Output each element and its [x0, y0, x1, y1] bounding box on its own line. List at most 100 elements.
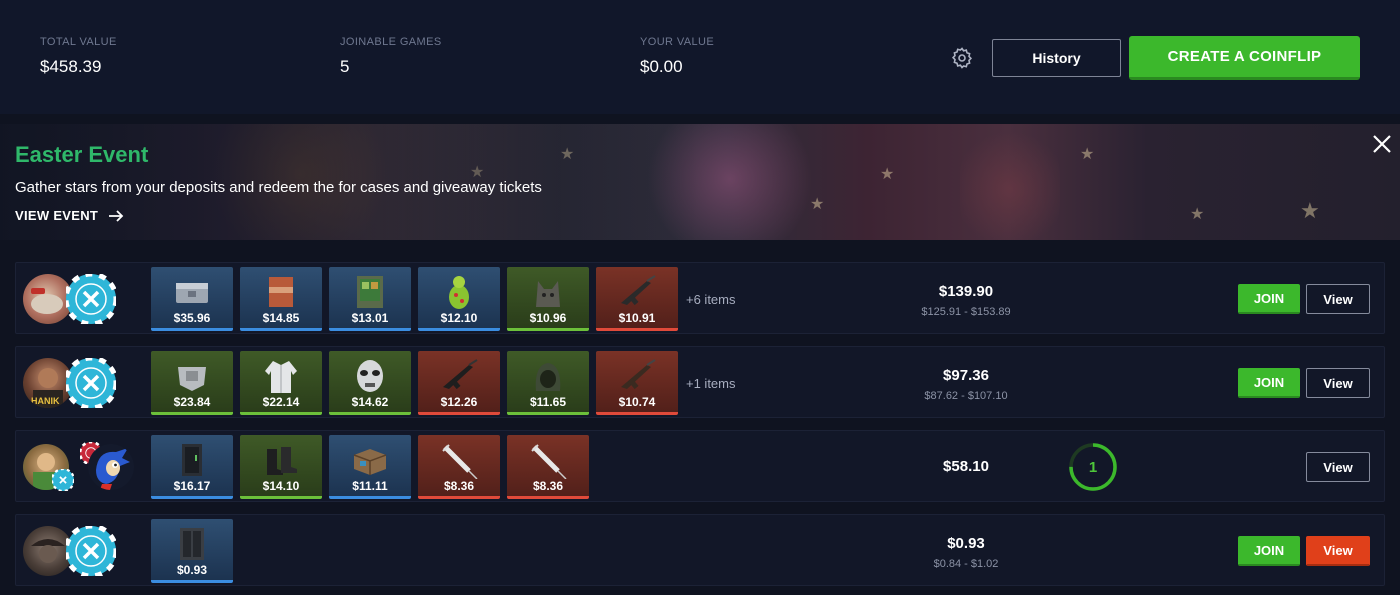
create-coinflip-button[interactable]: CREATE A COINFLIP	[1129, 36, 1360, 80]
item-price: $22.14	[262, 395, 300, 409]
case-icon	[176, 283, 208, 303]
coin-chip-icon	[50, 467, 76, 493]
item-card[interactable]: $14.85	[240, 267, 322, 331]
pot-value: $139.90	[938, 283, 994, 300]
joinable-games-stat: JOINABLE GAMES 5	[340, 36, 442, 77]
total-value-label: TOTAL VALUE	[40, 36, 117, 48]
item-card[interactable]: $8.36	[418, 435, 500, 499]
item-price: $13.01	[351, 311, 389, 325]
item-card[interactable]: $10.91	[596, 267, 678, 331]
join-button[interactable]: JOIN	[1238, 284, 1300, 314]
item-price: $12.26	[440, 395, 478, 409]
gear-icon[interactable]	[950, 46, 974, 70]
coin-chip-icon	[63, 523, 119, 579]
join-button[interactable]: JOIN	[1238, 536, 1300, 566]
joinable-games-label: JOINABLE GAMES	[340, 36, 442, 48]
coin-chip-icon	[63, 355, 119, 411]
item-price: $10.91	[618, 311, 656, 325]
view-event-link[interactable]: VIEW EVENT	[15, 208, 124, 223]
item-card[interactable]: $14.10	[240, 435, 322, 499]
star-decoration-icon: ★	[1300, 198, 1320, 223]
star-decoration-icon: ★	[1080, 146, 1095, 163]
item-price: $35.96	[173, 311, 211, 325]
mask-icon	[357, 360, 383, 392]
item-price: $10.74	[618, 395, 656, 409]
rifle-icon	[621, 359, 656, 390]
view-button[interactable]: View	[1306, 536, 1370, 566]
item-price: $0.93	[176, 563, 208, 577]
coin-chip-icon	[63, 271, 119, 327]
banner-title: Easter Event	[15, 142, 149, 167]
your-value-stat: YOUR VALUE $0.00	[640, 36, 714, 77]
item-card[interactable]: $16.17	[151, 435, 233, 499]
close-icon[interactable]	[1370, 132, 1394, 156]
item-card[interactable]: $8.36	[507, 435, 589, 499]
armor-icon	[178, 367, 206, 391]
jacket-icon	[265, 361, 297, 393]
pot-total: $0.93 $0.84 - $1.02	[896, 535, 1036, 570]
arrow-right-icon	[109, 209, 124, 222]
item-price: $14.62	[351, 395, 389, 409]
coinflip-row: $0.93 $0.93 $0.84 - $1.02 JOIN View	[15, 514, 1385, 586]
star-decoration-icon: ★	[1190, 206, 1205, 223]
item-price: $14.85	[262, 311, 300, 325]
item-price: $8.36	[532, 479, 564, 493]
item-card[interactable]: $22.14	[240, 351, 322, 415]
item-price: $10.96	[529, 311, 567, 325]
item-card[interactable]: $12.10	[418, 267, 500, 331]
item-card[interactable]: $11.11	[329, 435, 411, 499]
view-button[interactable]: View	[1306, 284, 1370, 314]
item-card[interactable]: $35.96	[151, 267, 233, 331]
syringe-icon	[531, 444, 567, 479]
view-button[interactable]: View	[1306, 452, 1370, 482]
rifle-icon	[621, 275, 656, 306]
pot-range: $87.62 - $107.10	[924, 390, 1008, 402]
item-card[interactable]: $11.65	[507, 351, 589, 415]
countdown-timer: 1	[1068, 442, 1118, 492]
more-items-label: +6 items	[686, 292, 736, 307]
joinable-games-count: 5	[340, 57, 350, 76]
item-card[interactable]: $10.96	[507, 267, 589, 331]
stats-bar: TOTAL VALUE $458.39 JOINABLE GAMES 5 YOU…	[0, 0, 1400, 114]
pot-total: $58.10	[896, 458, 1036, 475]
item-card[interactable]: $12.26	[418, 351, 500, 415]
item-card[interactable]: $14.62	[329, 351, 411, 415]
coinflip-row: $16.17 $14.10 $11.11 $8.36 $8.36 $58.10 …	[15, 430, 1385, 502]
global-box-icon	[269, 277, 293, 307]
your-value-label: YOUR VALUE	[640, 36, 715, 48]
wolf-helmet-icon	[536, 281, 560, 307]
pot-value: $0.93	[947, 535, 985, 552]
your-value-amount: $0.00	[640, 57, 683, 76]
item-price: $11.11	[352, 479, 388, 493]
vending-crate-icon	[357, 276, 383, 308]
pot-value: $97.36	[943, 367, 989, 384]
pot-value: $58.10	[943, 458, 989, 475]
rifle-icon	[443, 359, 478, 390]
item-card[interactable]: $0.93	[151, 519, 233, 583]
boots-icon	[267, 447, 297, 475]
more-items-label: +1 items	[686, 376, 736, 391]
join-button[interactable]: JOIN	[1238, 368, 1300, 398]
banner-background-glow	[960, 124, 1060, 240]
item-price: $11.65	[529, 395, 567, 409]
banner-subtitle: Gather stars from your deposits and rede…	[15, 179, 542, 196]
item-card[interactable]: $23.84	[151, 351, 233, 415]
item-price: $16.17	[173, 479, 211, 493]
hood-icon	[535, 363, 561, 391]
event-banner: ★ ★ ★ ★ ★ ★ ★ Easter Event Gather stars …	[0, 124, 1400, 240]
item-price: $12.10	[440, 311, 478, 325]
item-card[interactable]: $13.01	[329, 267, 411, 331]
view-button[interactable]: View	[1306, 368, 1370, 398]
avatar	[88, 444, 134, 490]
item-price: $14.10	[262, 479, 300, 493]
item-card[interactable]: $10.74	[596, 351, 678, 415]
view-event-label: VIEW EVENT	[15, 208, 99, 223]
locker-icon	[180, 528, 204, 560]
syringe-icon	[442, 444, 478, 479]
history-button[interactable]: History	[992, 39, 1121, 77]
pot-range: $0.84 - $1.02	[933, 558, 999, 570]
star-decoration-icon: ★	[810, 196, 825, 213]
pot-range: $125.91 - $153.89	[921, 306, 1011, 318]
locker-icon	[182, 444, 202, 476]
pot-total: $139.90 $125.91 - $153.89	[896, 283, 1036, 318]
